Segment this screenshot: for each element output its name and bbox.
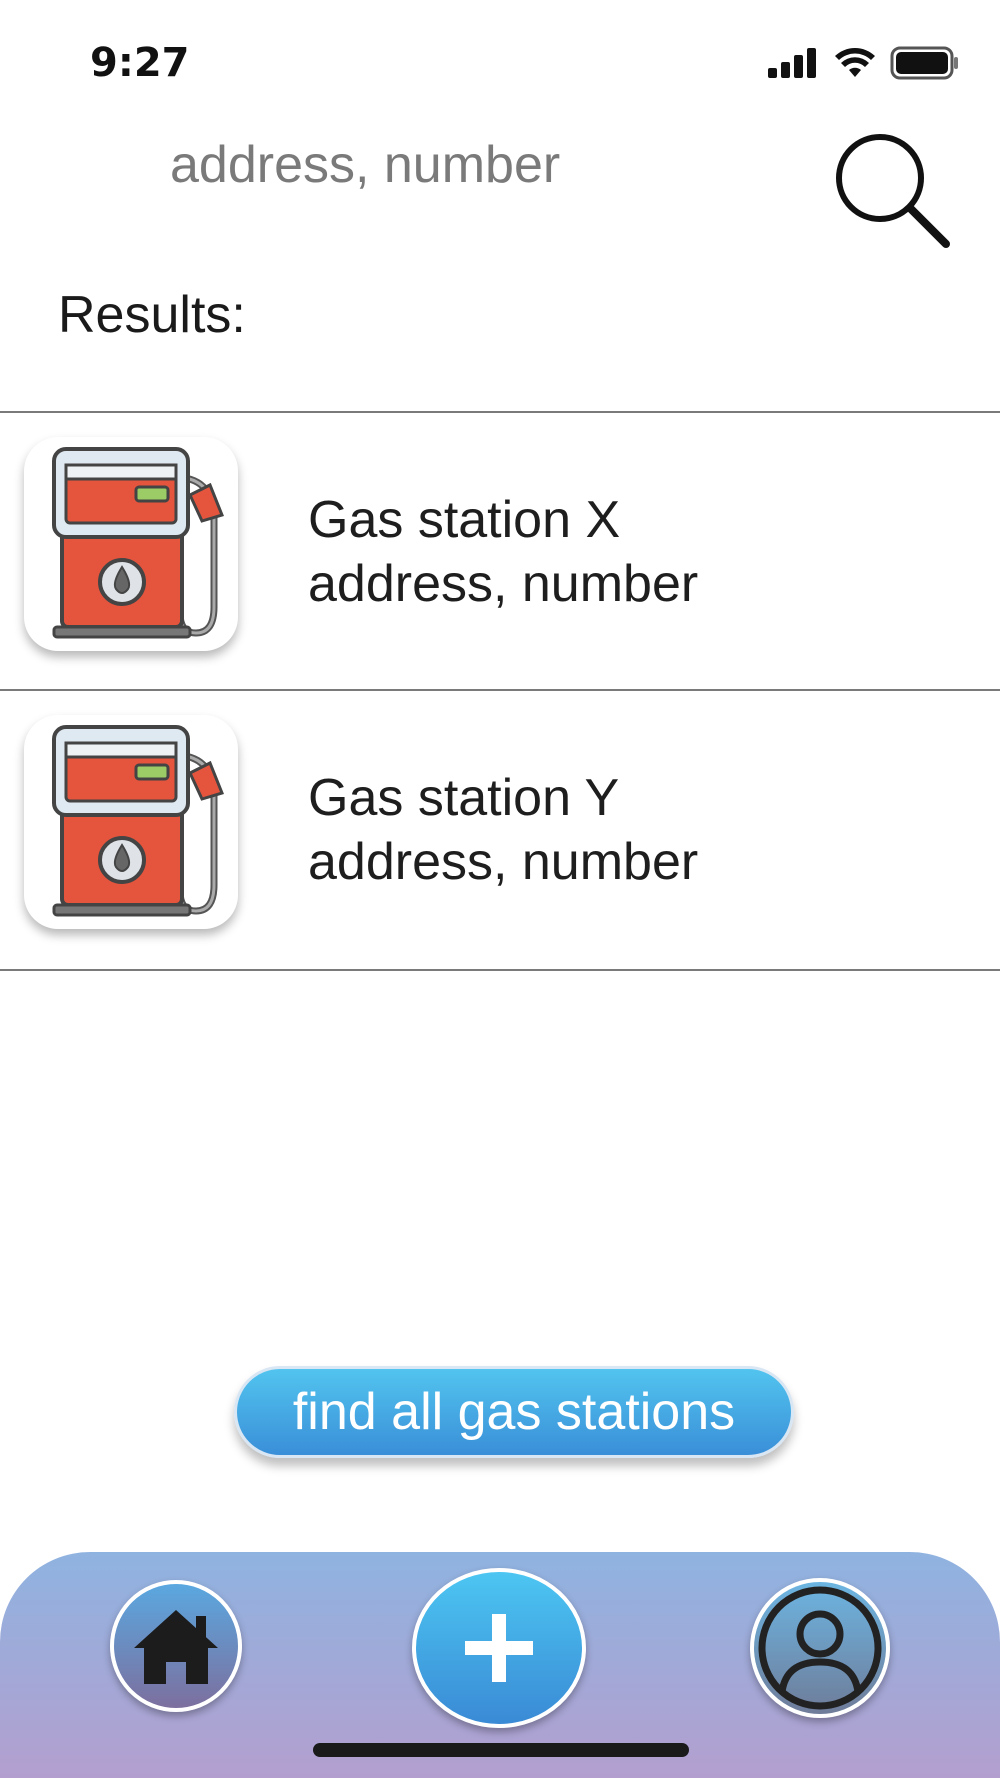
result-address: address, number: [308, 555, 699, 613]
result-text: Gas station Y address, number: [308, 766, 698, 894]
nav-profile-button[interactable]: [750, 1578, 890, 1718]
gas-pump-icon: [24, 715, 238, 929]
result-item-gas-station-y[interactable]: Gas station Y address, number: [0, 689, 1000, 971]
status-icons: [768, 46, 960, 80]
home-icon: [134, 1610, 218, 1684]
find-all-gas-stations-button[interactable]: find all gas stations: [234, 1366, 794, 1458]
result-text: Gas station X address, number: [308, 488, 698, 616]
search-button[interactable]: [828, 128, 958, 258]
status-time: 9:27: [90, 40, 190, 86]
wifi-icon: [835, 48, 875, 77]
battery-icon: [890, 46, 958, 80]
result-address: address, number: [308, 833, 699, 891]
results-list: Gas station X address, number Gas statio…: [0, 411, 1000, 971]
results-heading: Results:: [58, 286, 246, 344]
plus-icon: [465, 1614, 533, 1682]
search-input[interactable]: [170, 130, 730, 200]
profile-icon: [758, 1586, 882, 1710]
result-name: Gas station Y: [308, 769, 620, 827]
home-indicator: [313, 1743, 689, 1757]
nav-add-button[interactable]: [412, 1568, 586, 1728]
result-name: Gas station X: [308, 491, 621, 549]
status-bar: 9:27: [0, 0, 1000, 110]
nav-home-button[interactable]: [110, 1580, 242, 1712]
search-icon: [836, 134, 950, 248]
gas-pump-icon: [24, 437, 238, 651]
cellular-signal-icon: [768, 48, 816, 78]
result-item-gas-station-x[interactable]: Gas station X address, number: [0, 411, 1000, 689]
